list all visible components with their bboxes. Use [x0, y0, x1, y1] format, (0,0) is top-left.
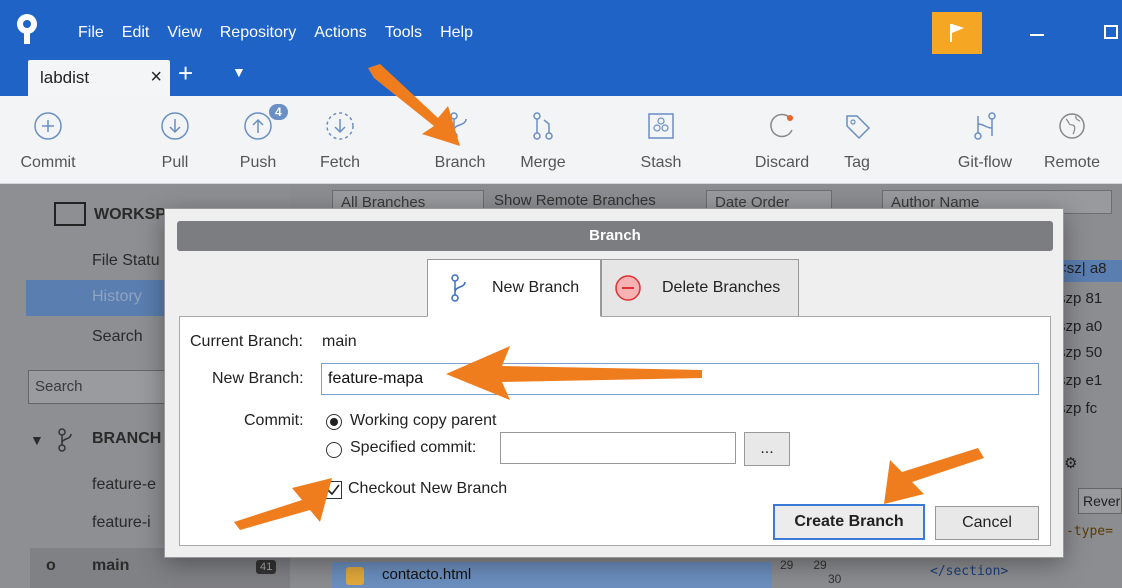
commit-label: Commit:	[244, 412, 304, 429]
dialog-title: Branch	[177, 221, 1053, 251]
commit-list-partial: <sz| a8 szp 81 szp a0 szp 50 szp e1 szp …	[1058, 256, 1122, 436]
line-numbers: 29 29 30	[780, 558, 842, 586]
checkout-new-branch-label: Checkout New Branch	[348, 480, 508, 497]
title-bar: File Edit View Repository Actions Tools …	[0, 0, 1122, 96]
gear-icon[interactable]: ⚙	[1064, 454, 1077, 472]
sidebar-branch-item[interactable]: feature-i	[92, 514, 151, 532]
new-branch-label: New Branch:	[212, 370, 304, 387]
branch-count-badge: 41	[256, 560, 277, 574]
annotation-arrow-icon	[884, 448, 984, 504]
annotation-arrow-icon	[446, 346, 702, 400]
branch-icon	[58, 428, 72, 452]
stash-button[interactable]: Stash	[616, 96, 706, 184]
commit-button[interactable]: Commit	[8, 96, 88, 184]
git-flow-icon	[974, 112, 996, 140]
flag-icon	[950, 24, 964, 42]
commit-icon	[34, 112, 62, 140]
push-button[interactable]: 4 Push	[213, 96, 303, 184]
pull-button[interactable]: Pull	[130, 96, 220, 184]
browse-commit-button[interactable]: ...	[744, 432, 790, 466]
workspace-title: WORKSP	[94, 206, 166, 223]
working-copy-label: Working copy parent	[350, 412, 497, 429]
branches-header: BRANCH	[92, 430, 162, 447]
maximize-button[interactable]	[1104, 25, 1118, 39]
specified-commit-input[interactable]	[500, 432, 736, 464]
menu-file[interactable]: File	[78, 24, 104, 42]
merge-icon	[533, 112, 553, 140]
tab-delete-branches[interactable]: Delete Branches	[601, 259, 799, 317]
list-item[interactable]: szp 50	[1058, 344, 1102, 366]
pencil-icon	[346, 567, 364, 585]
menu-help[interactable]: Help	[440, 24, 473, 42]
push-count-badge: 4	[269, 104, 288, 120]
pull-icon	[161, 112, 189, 140]
tab-new-branch[interactable]: New Branch	[427, 259, 601, 317]
new-tab-plus-icon[interactable]: +	[178, 58, 193, 88]
discard-icon	[770, 113, 793, 138]
merge-button[interactable]: Merge	[498, 96, 588, 184]
flag-button[interactable]	[932, 12, 982, 54]
discard-button[interactable]: Discard	[737, 96, 827, 184]
file-list-item[interactable]: contacto.html	[332, 562, 772, 588]
chevron-down-icon[interactable]: ▼	[232, 64, 246, 80]
sidebar-item-search[interactable]: Search	[92, 328, 143, 346]
annotation-arrow-icon	[234, 478, 332, 530]
stash-icon	[648, 113, 674, 139]
specified-commit-label: Specified commit:	[350, 439, 477, 456]
reverse-button[interactable]: Rever	[1078, 488, 1122, 514]
code-snippet: </section>	[930, 564, 1009, 579]
show-remote-checkbox[interactable]: Show Remote Branches	[494, 192, 656, 209]
minus-circle-icon	[615, 275, 641, 301]
menu-actions[interactable]: Actions	[314, 24, 366, 42]
menu-view[interactable]: View	[167, 24, 201, 42]
menu-bar: File Edit View Repository Actions Tools …	[78, 24, 473, 42]
list-item[interactable]: szp e1	[1058, 372, 1102, 394]
current-branch-dot-icon: o	[46, 557, 56, 574]
list-item[interactable]: <sz| a8	[1058, 260, 1122, 282]
menu-edit[interactable]: Edit	[122, 24, 150, 42]
toolbar: Commit Pull 4 Push Fetch Branch Merge St…	[0, 96, 1122, 184]
sidebar-branch-item[interactable]: feature-e	[92, 476, 156, 494]
close-icon[interactable]: ×	[150, 66, 162, 89]
sidebar-item-file-status[interactable]: File Statu	[92, 252, 160, 270]
list-item[interactable]: szp 81	[1058, 290, 1102, 312]
chevron-down-icon[interactable]: ▼	[30, 432, 44, 448]
menu-tools[interactable]: Tools	[385, 24, 422, 42]
current-branch-value: main	[322, 333, 357, 350]
current-branch-label: Current Branch:	[190, 333, 303, 350]
monitor-icon	[54, 202, 86, 226]
tab-label: labdist	[40, 68, 90, 87]
specified-commit-radio[interactable]	[326, 442, 342, 458]
tag-button[interactable]: Tag	[815, 96, 899, 184]
sourcetree-logo-icon	[17, 14, 37, 44]
working-copy-radio[interactable]	[326, 414, 342, 430]
list-item[interactable]: szp a0	[1058, 318, 1102, 340]
menu-repository[interactable]: Repository	[220, 24, 296, 42]
annotation-arrow-icon	[368, 64, 460, 146]
git-flow-button[interactable]: Git-flow	[940, 96, 1030, 184]
branch-icon	[451, 274, 466, 302]
tab-labdist[interactable]: labdist ×	[28, 60, 170, 96]
globe-icon	[1059, 113, 1085, 139]
remote-button[interactable]: Remote	[1030, 96, 1114, 184]
minimize-button[interactable]	[1030, 34, 1044, 36]
code-snippet: -type=	[1066, 524, 1113, 539]
fetch-icon	[326, 112, 354, 140]
tag-icon	[846, 115, 871, 140]
